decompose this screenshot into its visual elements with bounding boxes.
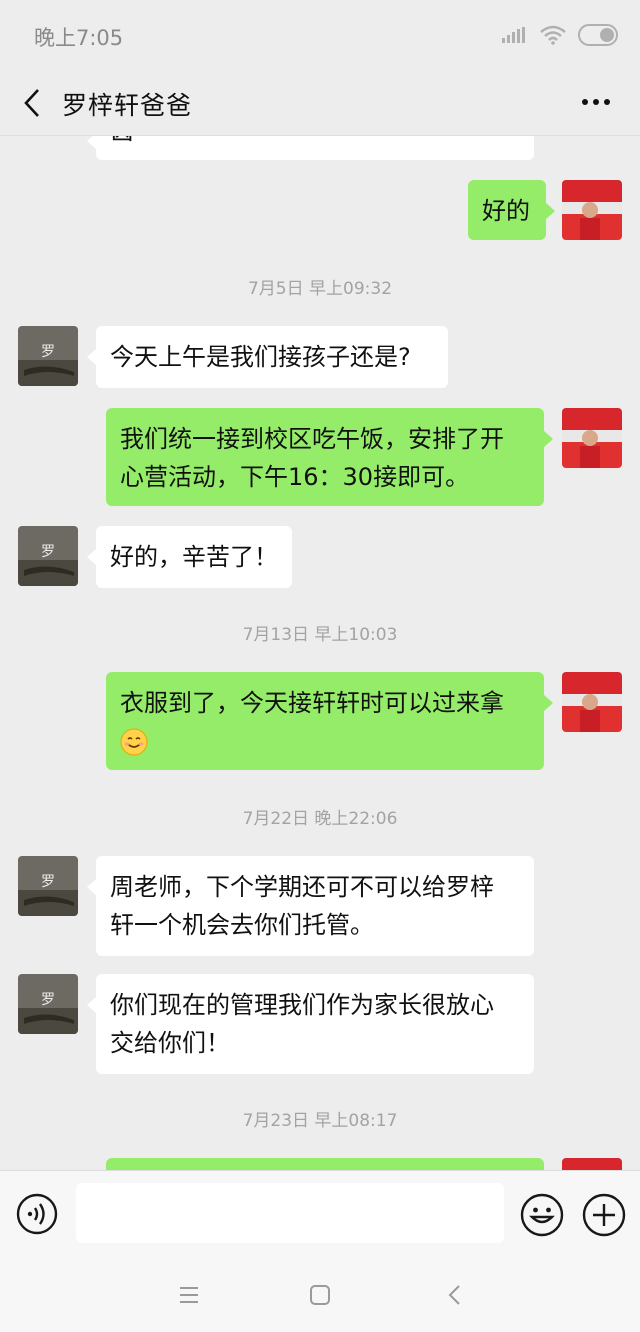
teacher-avatar-image: [562, 672, 622, 732]
battery-toggle-icon: [578, 24, 618, 46]
avatar-parent[interactable]: 罗: [18, 856, 78, 916]
avatar-teacher[interactable]: [562, 408, 622, 468]
message-text-line: 心营活动，下午16：30接即可。: [120, 463, 470, 491]
more-dots-icon: [582, 99, 610, 105]
status-time: 晚上7:05: [34, 26, 124, 50]
message-incoming[interactable]: 周老师，下个学期还可不可以给罗梓 轩一个机会去你们托管。: [87, 856, 534, 956]
message-text: 今天上午是我们接孩子还是?: [110, 343, 411, 371]
message-incoming[interactable]: 你们现在的管理我们作为家长很放心 交给你们！: [87, 974, 534, 1074]
message-text: 齿: [110, 136, 134, 145]
message-text-line: 轩一个机会去你们托管。: [110, 911, 374, 939]
parent-avatar-image: 罗: [18, 526, 78, 586]
message-outgoing[interactable]: 我们统一接到校区吃午饭，安排了开 心营活动，下午16：30接即可。: [106, 408, 553, 506]
more-button[interactable]: [578, 84, 614, 120]
avatar-teacher[interactable]: [562, 672, 622, 732]
emoji-button[interactable]: [520, 1193, 564, 1237]
status-bar: 晚上7:05: [0, 0, 640, 70]
message-outgoing-partial[interactable]: [106, 1158, 544, 1170]
chat-title: 罗梓轩爸爸: [62, 91, 193, 120]
triangle-back-icon: [448, 1285, 460, 1305]
avatar-parent[interactable]: 罗: [18, 326, 78, 386]
timestamp: 7月13日 早上10:03: [242, 625, 398, 645]
more-functions-button[interactable]: [582, 1193, 626, 1237]
smiley-icon: [520, 1193, 564, 1237]
chevron-left-icon: [24, 89, 39, 117]
message-text-line: 我们统一接到校区吃午饭，安排了开: [120, 425, 504, 453]
avatar-parent[interactable]: 罗: [18, 974, 78, 1034]
timestamp: 7月22日 晚上22:06: [242, 809, 398, 829]
message-incoming[interactable]: 今天上午是我们接孩子还是?: [87, 326, 448, 388]
voice-button[interactable]: [16, 1193, 58, 1235]
message-partial-incoming: 齿: [87, 136, 534, 160]
avatar-parent[interactable]: 罗: [18, 526, 78, 586]
plus-icon: [582, 1193, 626, 1237]
smiling-emoji-icon: [120, 728, 148, 756]
signal-icon: [502, 27, 525, 43]
message-incoming[interactable]: 好的，辛苦了！: [87, 526, 292, 588]
parent-avatar-glyph: 罗: [41, 344, 55, 360]
parent-avatar-image: 罗: [18, 856, 78, 916]
teacher-avatar-image: [562, 408, 622, 468]
system-back-button[interactable]: [440, 1280, 470, 1310]
home-button[interactable]: [305, 1280, 335, 1310]
message-text-line: 你们现在的管理我们作为家长很放心: [110, 991, 494, 1019]
voice-icon: [16, 1193, 58, 1235]
chat-history[interactable]: 齿 好的 7月5日 早上09:32 罗 今天上午是我们接孩子还是?: [0, 136, 640, 1170]
message-input[interactable]: [76, 1183, 504, 1243]
teacher-avatar-image: [562, 1158, 622, 1170]
parent-avatar-image: 罗: [18, 326, 78, 386]
parent-avatar-glyph: 罗: [41, 992, 55, 1008]
message-text: 好的: [482, 197, 530, 225]
message-outgoing[interactable]: 好的: [468, 180, 555, 240]
input-toolbar: [0, 1170, 640, 1256]
teacher-avatar-image: [562, 180, 622, 240]
parent-avatar-glyph: 罗: [41, 874, 55, 890]
wifi-icon: [540, 25, 566, 45]
message-emoji-line: [120, 722, 530, 760]
timestamp: 7月5日 早上09:32: [247, 279, 393, 299]
message-text-line: 衣服到了，今天接轩轩时可以过来拿: [120, 689, 504, 717]
message-text: 好的，辛苦了！: [110, 543, 278, 571]
avatar-teacher[interactable]: [562, 1158, 622, 1170]
avatar-teacher[interactable]: [562, 180, 622, 240]
system-navigation-bar: [0, 1256, 640, 1332]
timestamp: 7月23日 早上08:17: [242, 1111, 398, 1131]
chat-header: 罗梓轩爸爸: [0, 70, 640, 136]
message-text-line: 交给你们！: [110, 1029, 230, 1057]
parent-avatar-image: 罗: [18, 974, 78, 1034]
message-text-line: 周老师，下个学期还可不可以给罗梓: [110, 873, 494, 901]
menu-button[interactable]: [174, 1280, 204, 1310]
message-outgoing[interactable]: 衣服到了，今天接轩轩时可以过来拿: [106, 672, 553, 770]
home-square-icon: [310, 1285, 330, 1305]
status-icons: [502, 24, 618, 46]
menu-lines-icon: [180, 1287, 198, 1303]
back-button[interactable]: [14, 84, 50, 122]
parent-avatar-glyph: 罗: [41, 544, 55, 560]
